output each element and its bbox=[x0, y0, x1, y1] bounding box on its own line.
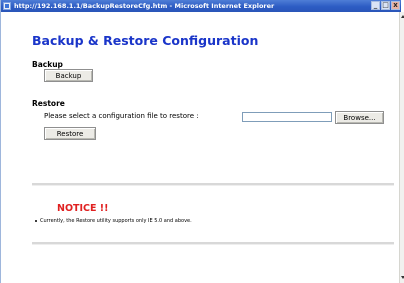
backup-heading: Backup bbox=[32, 60, 63, 69]
restore-button[interactable]: Restore bbox=[44, 127, 96, 140]
restore-file-input[interactable] bbox=[242, 112, 332, 122]
window-controls: _ □ x bbox=[371, 1, 400, 10]
restore-heading: Restore bbox=[32, 99, 65, 108]
bullet-icon bbox=[35, 219, 37, 222]
backup-button[interactable]: Backup bbox=[44, 69, 93, 82]
page-content: Backup & Restore Configuration Backup Ba… bbox=[1, 12, 399, 283]
maximize-button[interactable]: □ bbox=[381, 1, 390, 10]
divider-top bbox=[32, 183, 394, 186]
close-button[interactable]: x bbox=[391, 1, 400, 10]
notice-title: NOTICE !! bbox=[57, 203, 109, 214]
minimize-button[interactable]: _ bbox=[371, 1, 380, 10]
window-titlebar[interactable]: http://192.168.1.1/BackupRestoreCfg.htm … bbox=[1, 0, 401, 12]
restore-prompt: Please select a configuration file to re… bbox=[44, 112, 199, 120]
page-title: Backup & Restore Configuration bbox=[32, 33, 259, 48]
ie-page-icon bbox=[3, 2, 11, 10]
browse-button[interactable]: Browse... bbox=[335, 111, 384, 124]
browser-window: http://192.168.1.1/BackupRestoreCfg.htm … bbox=[0, 0, 404, 283]
notice-text: Currently, the Restore utility supports … bbox=[40, 218, 192, 224]
window-title: http://192.168.1.1/BackupRestoreCfg.htm … bbox=[14, 2, 275, 10]
divider-bottom bbox=[32, 242, 394, 245]
notice-item: Currently, the Restore utility supports … bbox=[35, 218, 192, 224]
vertical-scrollbar[interactable] bbox=[399, 12, 404, 283]
